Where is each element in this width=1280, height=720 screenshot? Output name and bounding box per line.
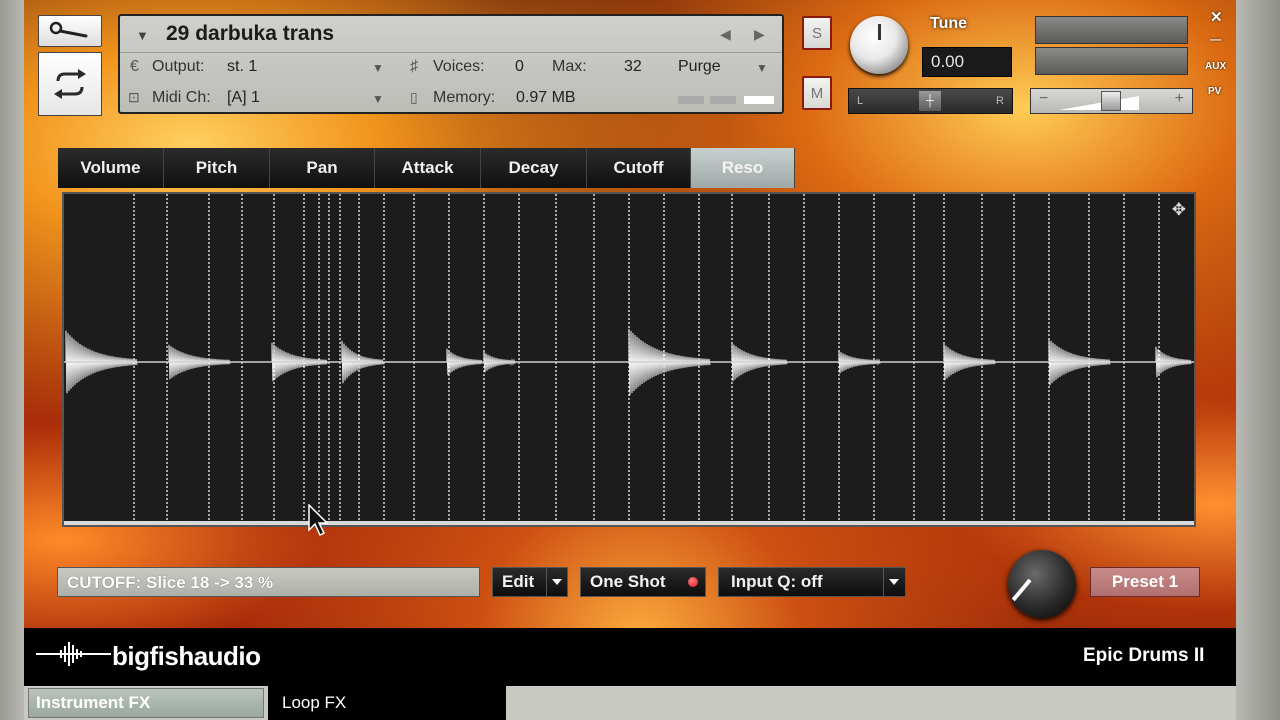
waveform-editor[interactable]: ✥ [62, 192, 1196, 527]
tune-label: Tune [930, 15, 968, 32]
brand-logo: bigfishaudio [112, 641, 261, 671]
edit-button-label: Edit [502, 572, 535, 591]
memory-icon: ▯ [410, 89, 418, 105]
purge-meter-segment [744, 96, 774, 104]
midi-dropdown-icon[interactable]: ▼ [372, 92, 384, 106]
pan-left-label: L [857, 95, 864, 107]
one-shot-button[interactable]: One Shot [580, 567, 706, 597]
status-bar: CUTOFF: Slice 18 -> 33 % [57, 567, 480, 597]
brand-waveform-icon [60, 642, 82, 666]
tab-volume[interactable]: Volume [58, 148, 164, 188]
tab-reso[interactable]: Reso [691, 148, 795, 188]
volume-handle[interactable] [1101, 91, 1121, 111]
input-quantize-label: Input Q: off [731, 572, 823, 591]
pan-right-label: R [996, 95, 1004, 107]
instrument-name[interactable]: 29 darbuka trans [166, 22, 334, 46]
edit-divider [546, 568, 547, 596]
memory-value: 0.97 MB [516, 89, 576, 106]
volume-minus-icon: − [1039, 90, 1049, 107]
purge-dropdown-icon[interactable]: ▼ [756, 61, 768, 75]
edit-button[interactable]: Edit [492, 567, 568, 597]
voices-label: Voices: [433, 58, 485, 75]
tab-decay[interactable]: Decay [481, 148, 587, 188]
pv-button[interactable]: PV [1208, 86, 1221, 97]
header-divider [120, 52, 782, 53]
prev-instrument-icon[interactable]: ◀ [720, 26, 731, 43]
purge-meter-segment [678, 96, 704, 104]
right-frame [1236, 0, 1280, 720]
tab-pan[interactable]: Pan [270, 148, 375, 188]
input-quantize-divider [883, 568, 884, 596]
tab-loop-fx[interactable]: Loop FX [268, 686, 506, 720]
aux-button[interactable]: AUX [1205, 61, 1226, 72]
edit-dropdown-icon[interactable] [552, 579, 562, 585]
tab-attack[interactable]: Attack [375, 148, 481, 188]
preset-button[interactable]: Preset 1 [1090, 567, 1200, 597]
left-frame [0, 0, 24, 720]
volume-plus-icon: + [1174, 90, 1184, 107]
product-name: Epic Drums II [1083, 645, 1205, 666]
input-quantize-dropdown-icon[interactable] [889, 579, 899, 585]
master-knob[interactable] [1008, 550, 1076, 618]
midi-icon: ⊡ [128, 89, 140, 105]
solo-button[interactable]: S [802, 16, 832, 50]
instrument-header: ▼ 29 darbuka trans ◀ ▶ € Output: st. 1 ▼… [118, 14, 784, 114]
minimize-icon[interactable]: — [1210, 34, 1221, 46]
instrument-menu-arrow-icon[interactable]: ▼ [136, 28, 149, 43]
memory-label: Memory: [433, 89, 496, 106]
max-voices-value[interactable]: 32 [624, 58, 642, 76]
pan-handle[interactable]: ┼ [919, 91, 941, 111]
expand-arrows-icon[interactable]: ✥ [1172, 200, 1186, 220]
output-dropdown-icon[interactable]: ▼ [372, 61, 384, 75]
level-meter-right [1035, 47, 1188, 75]
close-icon[interactable]: ✕ [1210, 8, 1223, 26]
max-label: Max: [552, 58, 587, 75]
voices-value: 0 [515, 58, 524, 75]
record-dot-icon [688, 577, 698, 587]
tune-knob[interactable] [850, 16, 908, 74]
tune-value[interactable]: 0.00 [922, 47, 1012, 77]
pan-slider[interactable]: L ┼ R [848, 88, 1013, 114]
parameter-tabs: Volume Pitch Pan Attack Decay Cutoff Res… [58, 148, 795, 188]
waveform-baseline [64, 521, 1194, 525]
loop-arrows-icon [54, 69, 86, 99]
mute-button[interactable]: M [802, 76, 832, 110]
wrench-button[interactable] [38, 15, 102, 47]
output-label: Output: [152, 58, 205, 75]
wrench-icon [49, 21, 88, 38]
output-icon: € [130, 58, 139, 75]
purge-meter-segment [710, 96, 736, 104]
loop-button[interactable] [38, 52, 102, 116]
tab-cutoff[interactable]: Cutoff [587, 148, 691, 188]
purge-button[interactable]: Purge [678, 58, 721, 76]
mouse-cursor-icon [308, 504, 329, 537]
one-shot-label: One Shot [590, 572, 666, 591]
tab-instrument-fx[interactable]: Instrument FX [28, 688, 264, 718]
next-instrument-icon[interactable]: ▶ [754, 26, 765, 43]
volume-slider[interactable]: − + [1030, 88, 1193, 114]
midi-channel-value[interactable]: [A] 1 [227, 89, 260, 107]
tab-pitch[interactable]: Pitch [164, 148, 270, 188]
waveform-display[interactable] [64, 194, 1194, 525]
level-meter-left [1035, 16, 1188, 44]
input-quantize-select[interactable]: Input Q: off [718, 567, 906, 597]
midi-channel-label: Midi Ch: [152, 89, 211, 106]
output-value[interactable]: st. 1 [227, 58, 257, 76]
voices-icon: ♯ [410, 58, 418, 75]
